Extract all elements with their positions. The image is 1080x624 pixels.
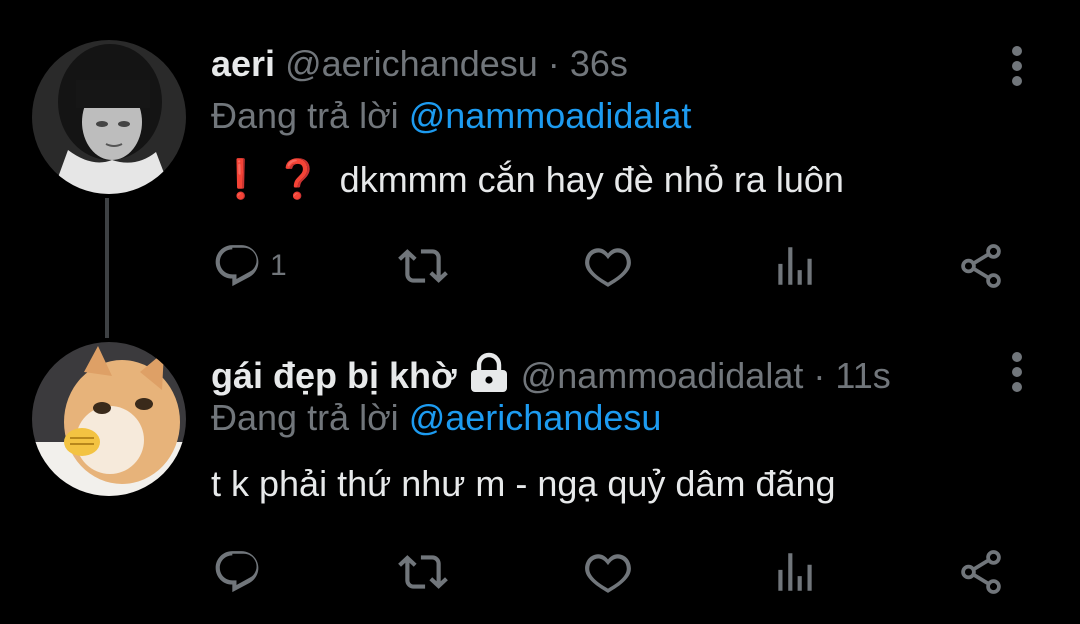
avatar[interactable] [32, 342, 186, 496]
question-emoji: ❓ [274, 159, 322, 201]
retweet-icon [398, 555, 448, 589]
mention-link[interactable]: @aerichandesu [409, 397, 662, 438]
separator: · [813, 355, 826, 396]
tweet-text: ❗ ❓ dkmmm cắn hay đè nhỏ ra luôn [211, 158, 844, 202]
reply-icon [215, 245, 259, 287]
exclamation-emoji: ❗ [217, 159, 265, 201]
retweet-icon [398, 249, 448, 283]
like-button[interactable] [583, 542, 633, 602]
avatar[interactable] [32, 40, 186, 194]
tweet-1[interactable]: aeri @aerichandesu · 36s Đang trả lời @n… [0, 0, 1080, 338]
analytics-icon [778, 553, 812, 591]
avatar-photo [32, 342, 186, 496]
tweet-header: gái đẹp bị khờ @nammoadidalat · 11s [211, 352, 891, 402]
user-handle[interactable]: @nammoadidalat [521, 355, 804, 396]
more-vertical-icon[interactable] [1002, 44, 1032, 88]
display-name[interactable]: aeri [211, 43, 275, 84]
reply-button[interactable]: 1 [212, 236, 287, 296]
replying-prefix: Đang trả lời [211, 397, 399, 438]
views-button[interactable] [770, 542, 820, 602]
reply-icon [215, 551, 259, 593]
replying-prefix: Đang trả lời [211, 95, 399, 136]
share-button[interactable] [956, 236, 1006, 296]
reply-button[interactable] [212, 542, 270, 602]
tweet-body: t k phải thứ như m - ngạ quỷ dâm đãng [211, 463, 836, 504]
tweet-text: t k phải thứ như m - ngạ quỷ dâm đãng [211, 462, 836, 506]
user-handle[interactable]: @aerichandesu [285, 43, 538, 84]
like-button[interactable] [583, 236, 633, 296]
heart-icon [585, 248, 631, 287]
heart-icon [585, 554, 631, 593]
tweet-body: dkmmm cắn hay đè nhỏ ra luôn [339, 159, 844, 200]
share-icon [961, 550, 1001, 594]
views-button[interactable] [770, 236, 820, 296]
action-bar: 1 [0, 236, 1080, 296]
share-button[interactable] [956, 542, 1006, 602]
replying-to: Đang trả lời @nammoadidalat [211, 94, 691, 138]
avatar-photo [32, 40, 186, 194]
timestamp[interactable]: 36s [570, 43, 628, 84]
mention-link[interactable]: @nammoadidalat [409, 95, 692, 136]
timestamp[interactable]: 11s [835, 355, 890, 396]
tweet-2[interactable]: gái đẹp bị khờ @nammoadidalat · 11s Đang… [0, 320, 1080, 624]
retweet-button[interactable] [398, 236, 448, 296]
action-bar [0, 542, 1080, 602]
lock-icon [467, 352, 511, 402]
replying-to: Đang trả lời @aerichandesu [211, 396, 661, 440]
more-vertical-icon[interactable] [1002, 350, 1032, 394]
separator: · [547, 43, 560, 84]
display-name[interactable]: gái đẹp bị khờ [211, 355, 457, 396]
analytics-icon [778, 247, 812, 285]
share-icon [961, 244, 1001, 288]
retweet-button[interactable] [398, 542, 448, 602]
tweet-header: aeri @aerichandesu · 36s [211, 42, 628, 86]
reply-count: 1 [270, 249, 287, 282]
